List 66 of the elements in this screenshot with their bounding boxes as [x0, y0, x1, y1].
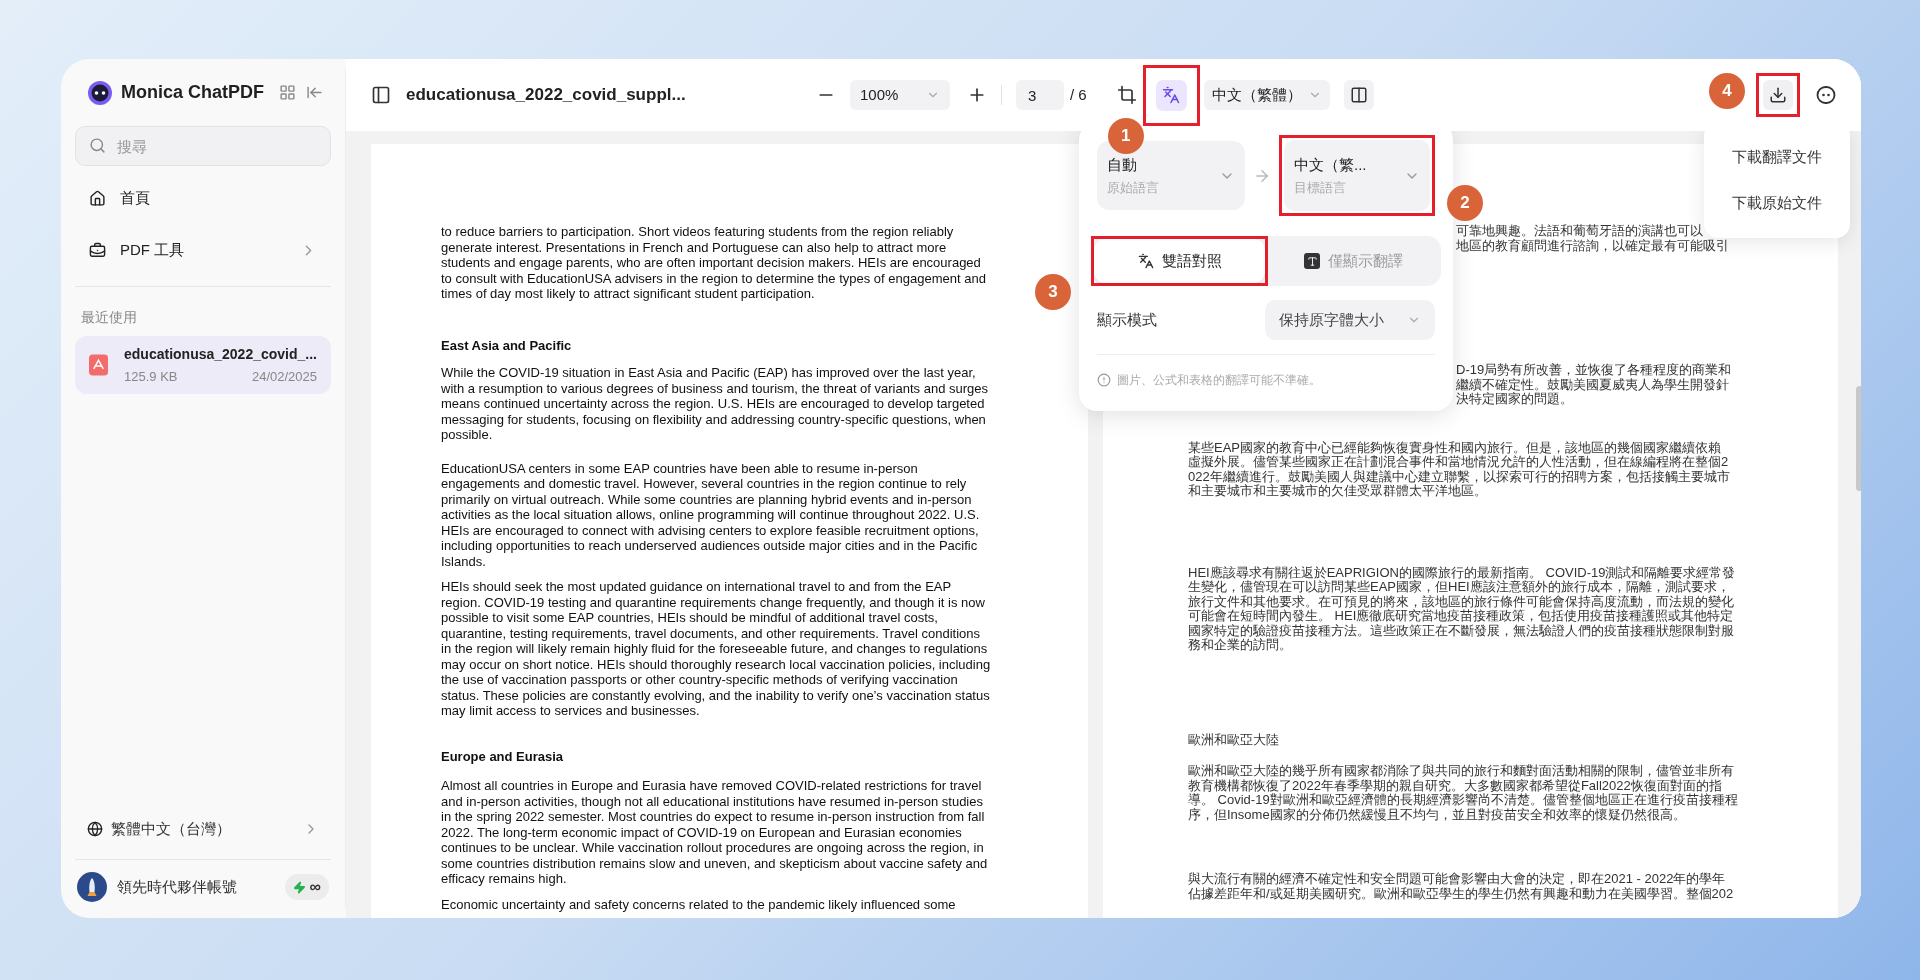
file-name: educationusa_2022_covid_...	[124, 344, 317, 364]
target-language-select[interactable]: 中文（繁... 目標語言	[1284, 140, 1430, 211]
bilingual-icon	[1137, 253, 1154, 269]
translate-button[interactable]	[1155, 79, 1187, 111]
file-size: 125.9 KB	[124, 367, 178, 386]
callout-badge: 4	[1709, 73, 1745, 109]
download-button[interactable]	[1763, 80, 1793, 110]
translation-note: 圖片、公式和表格的翻譯可能不準確。	[1117, 372, 1321, 389]
callout-badge: 1	[1107, 117, 1144, 154]
account-name: 領先時代夥伴帳號	[117, 876, 237, 897]
search-icon	[89, 137, 106, 154]
home-icon	[89, 189, 106, 207]
logo-icon	[87, 79, 113, 106]
target-language-select[interactable]: 中文（繁體）	[1203, 80, 1330, 110]
paragraph: 歐洲和歐亞大陸的幾乎所有國家都消除了與共同的旅行和麵對面活動相關的限制，儘管並非所有 教育機構都恢復了2022年春季學期的親自研究。大多數國家都希望從Fall2022恢復面對面的指 導。 Covid-19對歐洲和歐亞經濟體的長期經濟影響尚不清楚。儘管整個地區正在進行疫苗接種程 序，但Insome國家的分佈仍然緩慢且不均勻，並且對疫苗安全和效率的懷疑仍然很高。	[1188, 764, 1738, 822]
crop-icon[interactable]	[1116, 85, 1137, 105]
callout-badge: 2	[1447, 185, 1483, 221]
avatar-icon	[77, 872, 107, 902]
nav-item[interactable]: PDF 工具	[75, 224, 331, 276]
paragraph: HEIs should seek the most updated guidance on international travel to and from the EAP region. COVID-19 testing and quarantine requirements change frequently, and though it is now possible to visit some EAP countries, HEIs should be mindful of additional travel costs, quarantine, testing requirements, travel documents, and other requirements. Travel conditions in the region will likely remain highly fluid for the foreseeable future, and changes to regulations may occur on short notice. HEIs should thoroughly research local vaccination policies, including the use of vaccination passports or other country-specific methods of verifying vaccination status. These policies are constantly evolving, and the inability to verify one’s vaccination status may limit access to services and businesses.	[441, 579, 991, 719]
app-title: Monica ChatPDF	[121, 81, 264, 104]
paragraph: 與大流行有關的經濟不確定性和安全問題可能會影響由大會的決定，即在2021 - 2022年的學年 佔據差距年和/或延期美國研究。歐洲和歐亞學生的學生仍然有興趣和動力在美國學習。整個202	[1188, 872, 1734, 901]
globe-icon	[87, 821, 103, 837]
section-heading: 最近使用	[80, 308, 138, 327]
briefcase-icon	[89, 241, 106, 259]
split-view-button[interactable]	[1343, 80, 1374, 110]
credits-count: ∞	[309, 877, 321, 897]
file-date: 24/02/2025	[251, 367, 317, 386]
section-heading: 歐洲和歐亞大陸	[1188, 732, 1279, 747]
translation-icon	[1304, 253, 1320, 269]
paragraph: HEI應該尋求有關往返於EAPRIGION的國際旅行的最新指南。 COVID-19測試和隔離要求經常發 生變化，儘管現在可以訪問某些EAP國家，但HEI應該注意額外的旅行成本，隔離，測試要求， 旅行文件和其他要求。在可預見的將來，該地區的旅行條件可能會保持高度流動，而法規的變化 可能會在短時間內發生。 HEI應徹底研究當地疫苗接種政策，包括使用疫苗接種護照或其他特定 國家特定的驗證疫苗接種方法。這些政策正在不斷發展，無法驗證人們的疫苗接種狀態限制對服 務和企業的訪問。	[1188, 565, 1736, 653]
mode-tab[interactable]: 雙語對照	[1094, 239, 1265, 283]
download-icon	[1769, 86, 1787, 104]
language-selector[interactable]: 繁體中文（台灣）	[75, 809, 331, 849]
warning-icon	[1097, 373, 1111, 387]
display-mode-label: 顯示模式	[1097, 309, 1157, 330]
source-language-select[interactable]: 自動 原始語言	[1097, 141, 1245, 210]
page-total: / 6	[1070, 84, 1087, 105]
menu-item[interactable]: 下載原始文件	[1704, 180, 1850, 226]
bot-face-icon[interactable]	[1816, 85, 1836, 105]
recent-file-item[interactable]: educationusa_2022_covid_... 125.9 KB 24/02/2025	[75, 336, 331, 394]
paragraph: Economic uncertainty and safety concerns related to the pandemic likely influenced some	[441, 896, 956, 912]
document-title: educationusa_2022_covid_suppl...	[406, 84, 687, 107]
section-heading: Europe and Eurasia	[441, 748, 564, 764]
scrollbar-thumb[interactable]	[1856, 386, 1861, 491]
paragraph: Almost all countries in Europe and Eurasia have removed COVID-related restrictions for travel and in-person activities, though not all educational institutions have resumed in-person studies in the spring 2022 semester. Most countries do expect to resume in-person instruction from fall 2022. The long-term economic impact of COVID-19 on European and Eurasian economies continues to be unclear. While vaccination rollout procedures are ongoing across the region, in some countries distribution remains slow and uneven, and skepticism about vaccine safety and efficacy remains high.	[441, 778, 988, 887]
menu-item[interactable]: 下載翻譯文件	[1704, 134, 1850, 180]
paragraph: While the COVID-19 situation in East Asia and Pacific (EAP) has improved over the last year, with a resumption to various degrees of business and tourism, the threat of variants and surges means continued uncertainty across the region. U.S. HEIs are encouraged to develop targeted messaging for students, focusing on flexibility and addressing country-specific questions, when possible.	[441, 365, 988, 443]
lightning-icon	[292, 880, 306, 894]
paragraph: 某些EAP國家的教育中心已經能夠恢復實身性和國內旅行。但是，該地區的幾個國家繼續依賴 虛擬外展。儘管某些國家正在計劃混合事件和當地情況允許的人性活動，但在線編程將在整個2 022年繼續進行。鼓勵美國人與建議中心建立聯繫，以探索可行的招聘方案，包括接觸主要城市 和主要城市和主要城市的欠佳受眾群體太平洋地區。	[1188, 440, 1730, 499]
sidebar-toggle-icon[interactable]	[371, 85, 391, 105]
paragraph: 可靠地興趣。法語和葡萄牙語的演講也可以 地區的教育顧問進行諮詢，以確定最有可能吸引	[1456, 224, 1729, 253]
paragraph: EducationUSA centers in some EAP countries have been able to resume in-person engagements and domestic travel. However, several countries in the region continue to rely primarily on virtual outreach. While some countries are planning hybrid events and in-person activities as the local situation allows, online programming will continue throughout 2022. U.S. HEIs are encouraged to connect with advising centers to explore feasible recruitment options, including opportunities to reach underserved audiences outside major cities and in the Pacific Islands.	[441, 460, 980, 569]
paragraph: D-19局勢有所改善，並恢復了各種程度的商業和 繼續不確定性。鼓勵美國夏威夷人為學生開發針 決特定國家的問題。	[1456, 363, 1732, 407]
section-heading: East Asia and Pacific	[441, 337, 572, 353]
collapse-sidebar-icon[interactable]	[306, 84, 323, 101]
grid-icon[interactable]	[279, 84, 296, 101]
paragraph: to reduce barriers to participation. Short videos featuring students from the region reliably generate interest. Presentations in French and Portuguese can also help to attract more students and engage parents, who are often important decision makers. HEIs are encouraged to consult with EducationUSA advisers in the region to determine the types of engagement and times of day most likely to attract significant student participation.	[441, 224, 986, 302]
zoom-select[interactable]: 100%	[850, 80, 950, 110]
split-view-icon	[1349, 86, 1368, 104]
display-mode-select[interactable]: 保持原字體大小	[1265, 300, 1435, 340]
nav-item[interactable]: 首頁	[75, 172, 331, 224]
search-field[interactable]: 搜尋	[75, 126, 331, 166]
pdf-file-icon	[89, 354, 108, 376]
translate-icon	[1162, 86, 1181, 104]
page-number-field[interactable]: 3	[1016, 80, 1064, 110]
